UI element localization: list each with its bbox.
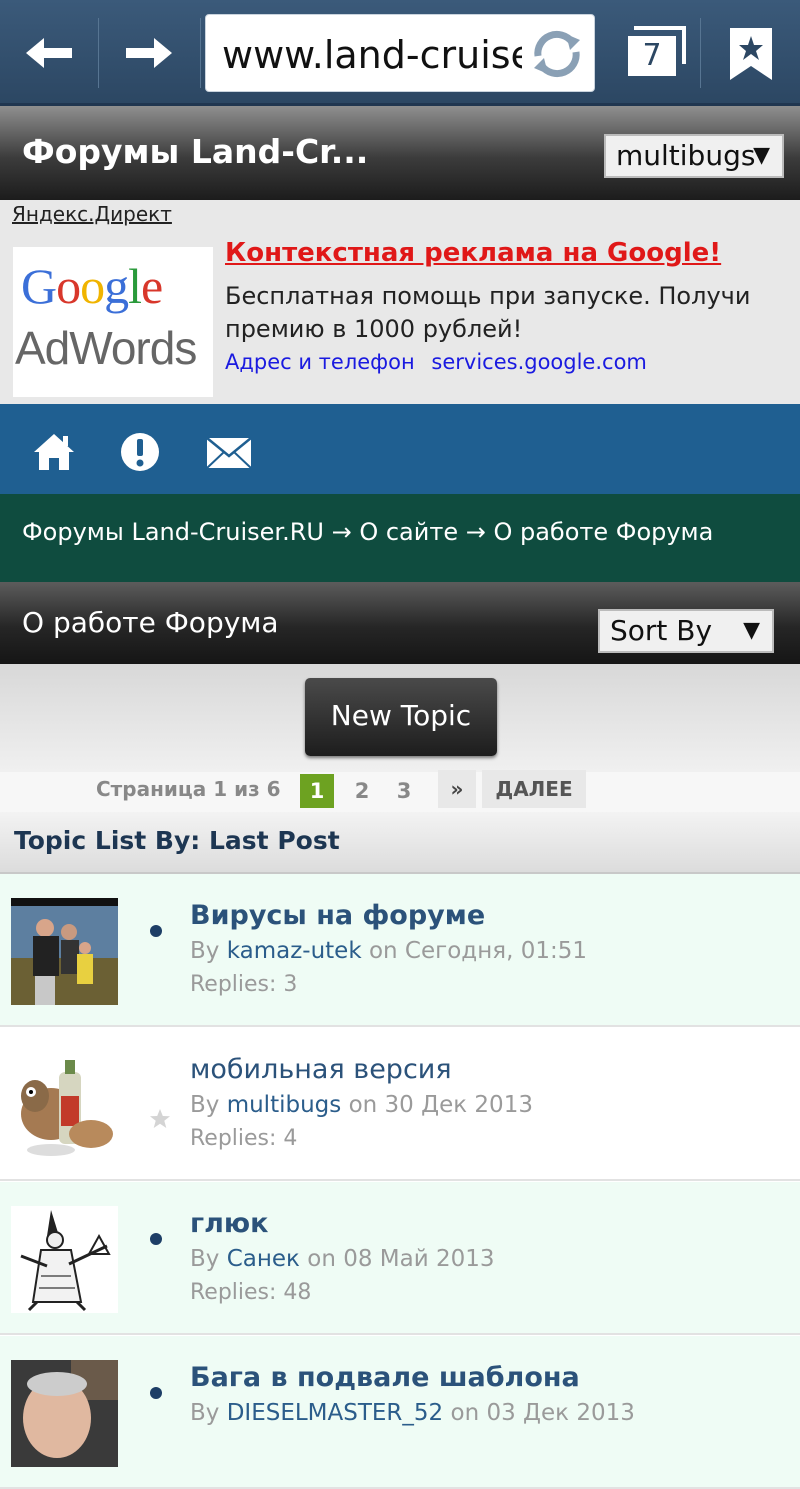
- home-icon: [34, 434, 74, 470]
- mail-icon: [206, 437, 252, 469]
- reload-button[interactable]: [528, 26, 586, 82]
- page-link-3[interactable]: 3: [387, 774, 421, 808]
- topic-date: on 03 Дек 2013: [450, 1400, 635, 1426]
- sort-select[interactable]: Sort By ▼: [598, 609, 774, 653]
- page-info: Страница 1 из 6: [96, 777, 281, 801]
- unread-dot-icon: [150, 1233, 162, 1245]
- topic-date: on Сегодня, 01:51: [368, 938, 587, 964]
- topic-author-link[interactable]: kamaz-utek: [227, 938, 362, 964]
- next-page-button[interactable]: »: [438, 770, 476, 808]
- avatar[interactable]: [11, 1206, 118, 1313]
- back-arrow-icon: [26, 38, 72, 68]
- alerts-button[interactable]: [118, 432, 162, 472]
- forum-nav-bar: [0, 404, 800, 494]
- topic-date: on 08 Май 2013: [307, 1246, 495, 1272]
- ad-links: Адрес и телефон services.google.com: [225, 350, 657, 374]
- avatar[interactable]: [11, 1052, 118, 1159]
- breadcrumb: Форумы Land-Cruiser.RU → О сайте → О раб…: [0, 494, 800, 582]
- toolbar-divider: [200, 18, 201, 88]
- tabs-count: 7: [628, 36, 676, 76]
- bookmark-icon: [730, 28, 772, 80]
- toolbar-divider: [700, 18, 701, 88]
- home-button[interactable]: [32, 432, 76, 472]
- ad-address-link[interactable]: Адрес и телефон: [225, 350, 415, 374]
- topic-date: on 30 Дек 2013: [348, 1092, 533, 1118]
- page-link-2[interactable]: 2: [345, 774, 379, 808]
- topic-row[interactable]: Вирусы на форуме By kamaz-utek on Сегодн…: [0, 874, 800, 1027]
- topic-author-link[interactable]: Санек: [227, 1246, 300, 1272]
- topic-author-link[interactable]: multibugs: [227, 1092, 342, 1118]
- url-field[interactable]: www.land-cruiser.ru: [205, 14, 595, 92]
- ad-headline-link[interactable]: Контекстная реклама на Google!: [225, 238, 721, 268]
- dropdown-arrow-icon: ▼: [753, 143, 770, 168]
- page-link-1[interactable]: 1: [300, 774, 334, 808]
- user-select-value: multibugs: [616, 139, 756, 172]
- topic-by: By: [190, 938, 220, 964]
- topic-by: By: [190, 1246, 220, 1272]
- topic-author-link[interactable]: DIESELMASTER_52: [227, 1400, 443, 1426]
- adwords-logo[interactable]: Google AdWords: [13, 247, 213, 397]
- ad-body-text: Бесплатная помощь при запуске. Получи пр…: [225, 282, 751, 343]
- topic-replies: Replies: 3: [190, 972, 298, 997]
- unread-dot-icon: [150, 925, 162, 937]
- browser-toolbar: www.land-cruiser.ru 7: [0, 0, 800, 106]
- forward-button[interactable]: [100, 0, 198, 106]
- topic-meta: By DIESELMASTER_52 on 03 Дек 2013: [190, 1400, 635, 1426]
- breadcrumb-text[interactable]: Форумы Land-Cruiser.RU → О сайте → О раб…: [22, 518, 713, 546]
- ad-block: Яндекс.Директ Google AdWords Контекстная…: [0, 200, 800, 404]
- topic-row[interactable]: Бага в подвале шаблона By DIESELMASTER_5…: [0, 1336, 800, 1489]
- section-title: О работе Форума: [22, 606, 279, 639]
- forum-title[interactable]: Форумы Land-Cr...: [22, 132, 368, 171]
- user-select[interactable]: multibugs ▼: [604, 134, 784, 178]
- dropdown-arrow-icon: ▼: [743, 618, 760, 643]
- pagination: Страница 1 из 6 1 2 3 » ДАЛЕЕ: [0, 770, 800, 812]
- toolbar-divider: [98, 18, 99, 88]
- new-topic-button[interactable]: New Topic: [305, 678, 497, 756]
- topic-by: By: [190, 1400, 220, 1426]
- forward-arrow-icon: [126, 38, 172, 68]
- avatar[interactable]: [11, 1360, 118, 1467]
- topic-by: By: [190, 1092, 220, 1118]
- bookmark-button[interactable]: [728, 26, 774, 82]
- ad-source-link[interactable]: Яндекс.Директ: [12, 202, 172, 226]
- star-icon: [150, 1109, 170, 1128]
- logo-google-text: Google: [21, 258, 163, 314]
- avatar[interactable]: [11, 898, 118, 1005]
- topic-meta: By Санек on 08 Май 2013: [190, 1246, 495, 1272]
- topic-meta: By multibugs on 30 Дек 2013: [190, 1092, 533, 1118]
- topic-list-header: Topic List By: Last Post: [0, 812, 800, 874]
- logo-adwords-text: AdWords: [15, 322, 197, 374]
- topic-meta: By kamaz-utek on Сегодня, 01:51: [190, 938, 587, 964]
- topic-title-link[interactable]: глюк: [190, 1208, 268, 1239]
- reload-icon: [534, 30, 580, 78]
- unread-dot-icon: [150, 1387, 162, 1399]
- topic-replies: Replies: 4: [190, 1126, 298, 1151]
- topic-replies: Replies: 48: [190, 1280, 312, 1305]
- alert-icon: [121, 433, 159, 471]
- topic-list-title: Topic List By: Last Post: [14, 826, 340, 855]
- topic-title-link[interactable]: Бага в подвале шаблона: [190, 1362, 580, 1393]
- topic-row[interactable]: мобильная версия By multibugs on 30 Дек …: [0, 1028, 800, 1181]
- back-button[interactable]: [0, 0, 98, 106]
- ad-domain-link[interactable]: services.google.com: [431, 350, 646, 374]
- sort-select-value: Sort By: [610, 614, 713, 647]
- topic-title-link[interactable]: мобильная версия: [190, 1054, 452, 1085]
- topic-row[interactable]: глюк By Санек on 08 Май 2013 Replies: 48: [0, 1182, 800, 1335]
- messages-button[interactable]: [206, 432, 252, 472]
- topic-title-link[interactable]: Вирусы на форуме: [190, 900, 485, 931]
- tabs-button[interactable]: 7: [620, 24, 690, 82]
- further-button[interactable]: ДАЛЕЕ: [482, 770, 586, 808]
- url-text: www.land-cruiser.ru: [222, 33, 522, 77]
